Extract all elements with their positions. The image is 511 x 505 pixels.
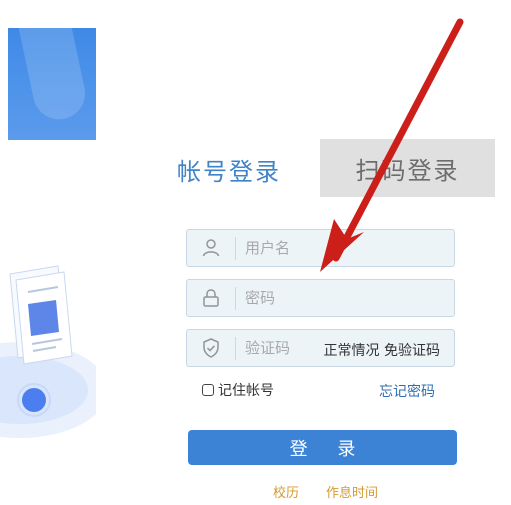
password-input[interactable] — [245, 286, 375, 310]
username-input[interactable] — [245, 236, 375, 260]
captcha-input[interactable] — [245, 336, 315, 360]
username-field — [186, 229, 455, 267]
forgot-password-link[interactable]: 忘记密码 — [379, 381, 435, 401]
field-divider — [235, 287, 236, 310]
hero-banner-image — [8, 28, 96, 140]
captcha-field: 正常情况 免验证码 — [186, 329, 455, 367]
illustration-dot — [22, 388, 46, 412]
checkbox-icon[interactable] — [202, 384, 214, 396]
remember-account-toggle[interactable]: 记住帐号 — [202, 380, 274, 400]
captcha-hint: 正常情况 免验证码 — [323, 343, 440, 359]
password-field — [186, 279, 455, 317]
tab-account-login[interactable]: 帐号登录 — [177, 152, 281, 187]
user-icon — [187, 230, 235, 266]
schedule-link[interactable]: 作息时间 — [326, 482, 378, 501]
remember-account-label: 记住帐号 — [218, 383, 274, 399]
field-divider — [235, 337, 236, 360]
tab-qr-login[interactable]: 扫码登录 — [320, 139, 495, 197]
documents-illustration — [0, 265, 96, 438]
login-button[interactable]: 登 录 — [188, 430, 457, 465]
login-page: 帐号登录 扫码登录 正 — [0, 0, 511, 505]
lock-icon — [187, 280, 235, 316]
hero-banner-shine — [14, 28, 90, 125]
school-calendar-link[interactable]: 校历 — [273, 482, 299, 501]
document-stack-graphic — [9, 265, 73, 365]
shield-check-icon — [187, 330, 235, 366]
field-divider — [235, 237, 236, 260]
